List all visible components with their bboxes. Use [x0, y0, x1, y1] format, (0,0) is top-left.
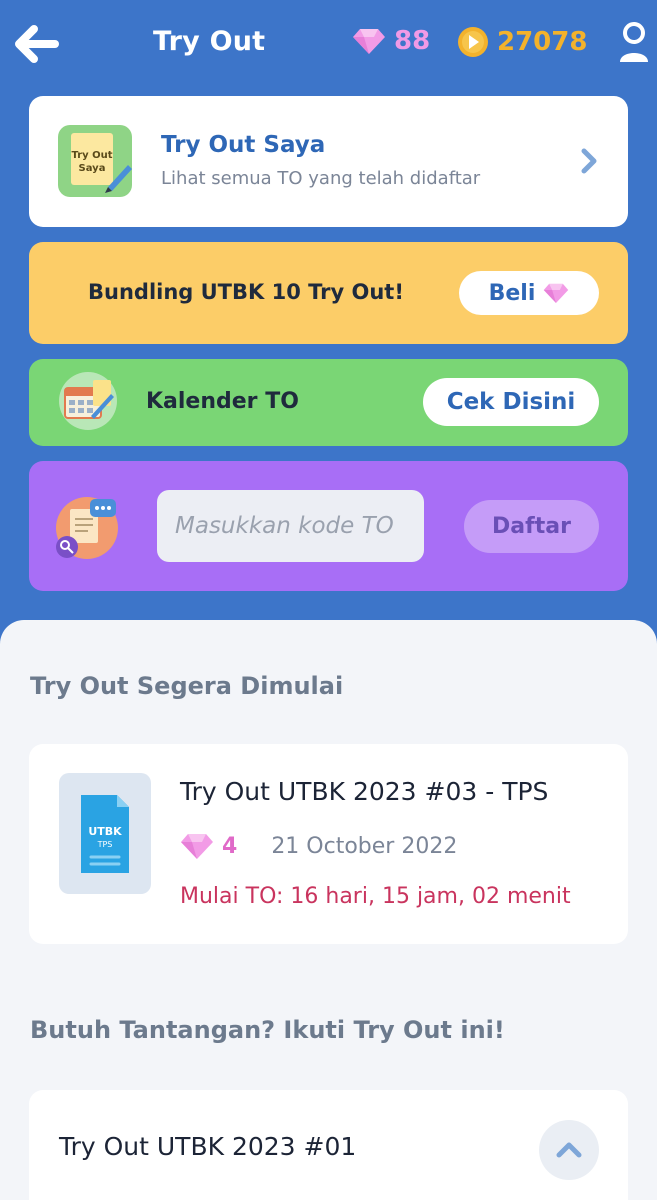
coin-icon [458, 27, 488, 57]
code-document-icon [56, 497, 118, 559]
back-button[interactable] [14, 22, 60, 66]
app-header: Try Out 88 27078 [0, 0, 657, 90]
challenge-section-title: Butuh Tantangan? Ikuti Try Out ini! [30, 1016, 505, 1044]
my-tryout-title: Try Out Saya [161, 132, 326, 158]
utbk-document-icon: UTBK TPS [81, 794, 129, 873]
diamond-icon [181, 834, 213, 859]
thumb-line1: UTBK [88, 825, 122, 838]
collapse-button[interactable] [539, 1120, 599, 1180]
tryout-title: Try Out UTBK 2023 #03 - TPS [180, 777, 549, 806]
challenge-tryout-card[interactable]: Try Out UTBK 2023 #01 [29, 1090, 628, 1200]
register-button[interactable]: Daftar [464, 500, 599, 553]
tryout-gem-cost: 4 [222, 833, 238, 859]
tryout-meta: 4 21 October 2022 [180, 832, 457, 860]
page-title: Try Out [153, 26, 266, 57]
gem-count-value: 88 [394, 26, 431, 56]
my-tryout-subtitle: Lihat semua TO yang telah didaftar [161, 168, 481, 189]
register-button-label: Daftar [492, 514, 571, 539]
my-tryout-icon-line2: Saya [79, 163, 106, 174]
tryout-countdown: Mulai TO: 16 hari, 15 jam, 02 menit [180, 884, 571, 909]
chevron-up-icon [556, 1142, 582, 1158]
buy-button-label: Beli [488, 280, 536, 306]
coin-balance[interactable]: 27078 [457, 26, 587, 58]
calendar-card: Kalender TO Cek Disini [29, 359, 628, 446]
tryout-thumbnail: UTBK TPS [59, 773, 151, 894]
diamond-icon [544, 283, 569, 303]
check-calendar-label: Cek Disini [446, 389, 576, 415]
gem-balance[interactable]: 88 [352, 26, 430, 56]
thumb-line2: TPS [97, 840, 113, 849]
arrow-left-icon [15, 25, 59, 63]
tryout-date: 21 October 2022 [271, 833, 458, 859]
check-calendar-button[interactable]: Cek Disini [423, 378, 599, 426]
calendar-text: Kalender TO [146, 389, 299, 414]
bundle-card: Bundling UTBK 10 Try Out! Beli [29, 242, 628, 344]
upcoming-tryout-card[interactable]: UTBK TPS Try Out UTBK 2023 #03 - TPS 4 2… [29, 744, 628, 944]
bundle-text: Bundling UTBK 10 Try Out! [88, 280, 404, 304]
my-tryout-icon: Try Out Saya [58, 125, 132, 197]
upcoming-section-title: Try Out Segera Dimulai [30, 672, 344, 700]
diamond-icon [353, 29, 385, 54]
calendar-icon [59, 372, 117, 430]
my-tryout-card[interactable]: Try Out Saya Try Out Saya Lihat semua TO… [29, 96, 628, 227]
profile-button[interactable] [617, 22, 653, 66]
user-icon [620, 22, 648, 62]
buy-button[interactable]: Beli [459, 271, 599, 315]
code-card: Daftar [29, 461, 628, 591]
coin-count-value: 27078 [497, 27, 588, 57]
code-input[interactable] [157, 490, 424, 562]
challenge-tryout-title: Try Out UTBK 2023 #01 [59, 1132, 357, 1161]
my-tryout-icon-line1: Try Out [71, 150, 112, 161]
chevron-right-icon [580, 148, 598, 178]
